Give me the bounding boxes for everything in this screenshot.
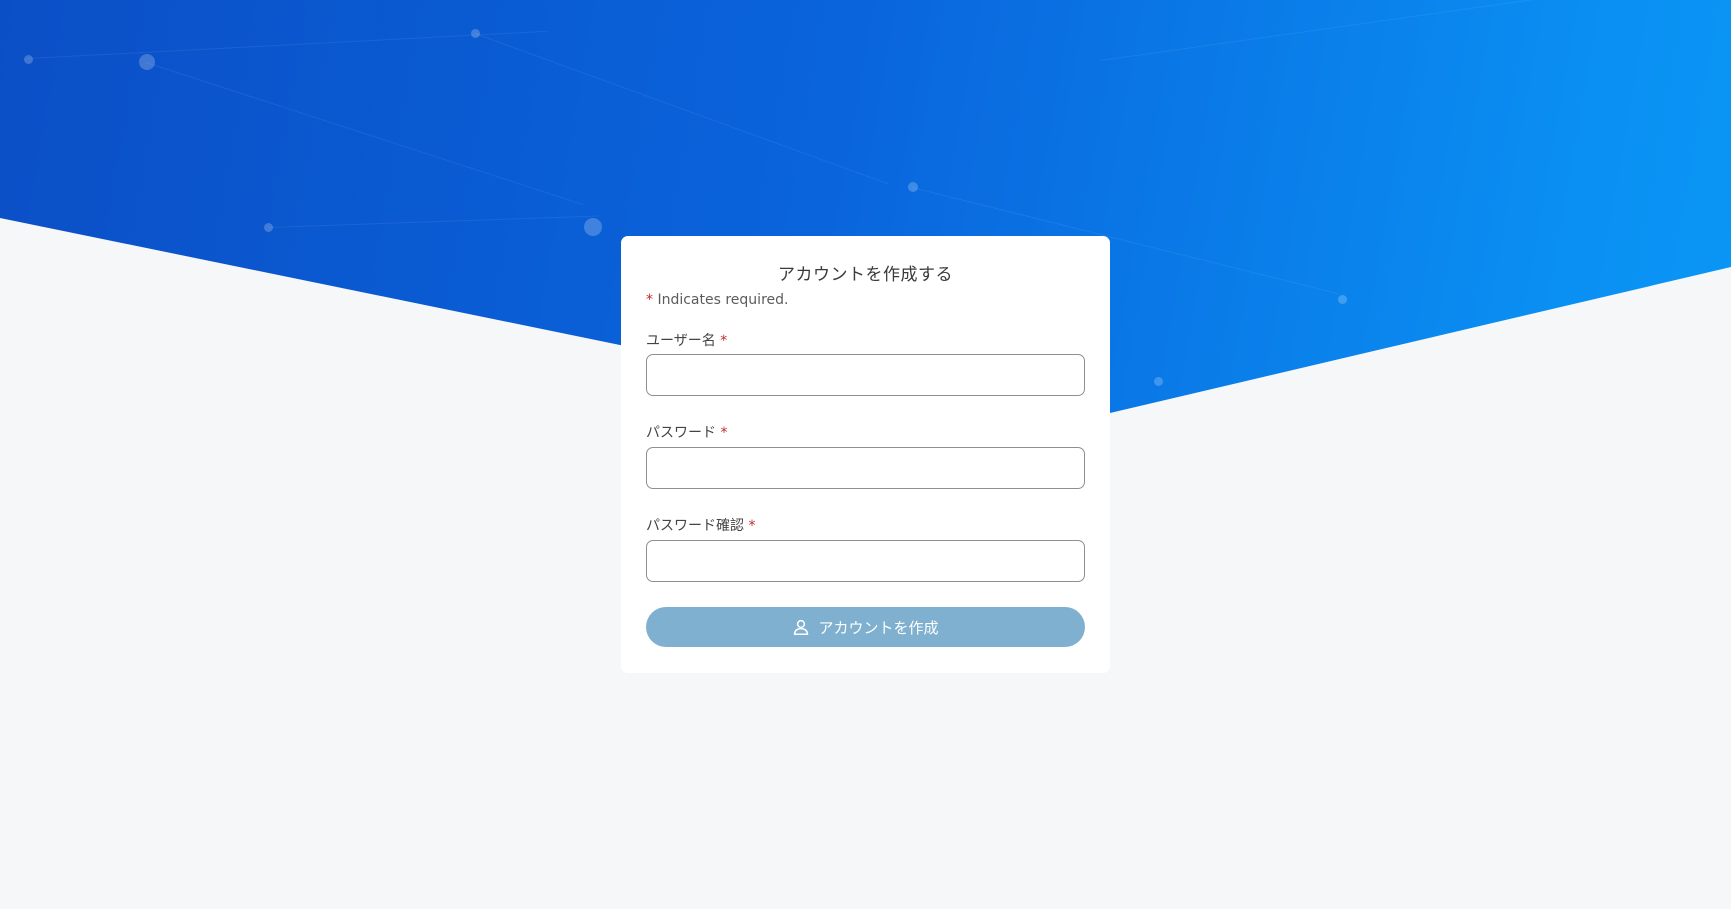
required-note: * Indicates required. — [646, 292, 788, 308]
network-dot — [139, 54, 155, 70]
network-line — [1100, 0, 1576, 61]
network-line — [268, 215, 598, 228]
network-line — [145, 62, 584, 206]
required-note-text: Indicates required. — [657, 292, 789, 308]
required-marker: * — [748, 518, 756, 534]
password-confirm-label-text: パスワード確認 — [646, 518, 744, 534]
network-dot — [1338, 295, 1347, 304]
form-title: アカウントを作成する — [778, 265, 953, 285]
create-account-card: アカウントを作成する * Indicates required. ユーザー名 *… — [621, 236, 1110, 673]
required-marker: * — [646, 292, 653, 308]
password-label: パスワード * — [646, 422, 727, 442]
page: アカウントを作成する * Indicates required. ユーザー名 *… — [0, 0, 1731, 909]
username-label-text: ユーザー名 — [646, 333, 716, 349]
password-label-text: パスワード — [646, 425, 716, 441]
required-marker: * — [720, 333, 728, 349]
create-account-button-label: アカウントを作成 — [818, 618, 939, 637]
create-account-button[interactable]: アカウントを作成 — [646, 607, 1085, 647]
network-line — [28, 30, 548, 59]
network-dot — [264, 223, 273, 232]
password-input[interactable] — [646, 447, 1085, 489]
password-confirm-label: パスワード確認 * — [646, 515, 755, 535]
username-input[interactable] — [646, 354, 1085, 396]
username-label: ユーザー名 * — [646, 330, 727, 350]
network-dot — [24, 55, 33, 64]
password-confirm-input[interactable] — [646, 540, 1085, 582]
user-icon — [792, 618, 810, 636]
network-dot — [908, 182, 918, 192]
network-dot — [1154, 377, 1163, 386]
network-dot — [471, 29, 480, 38]
network-dot — [584, 218, 602, 236]
required-marker: * — [720, 425, 728, 441]
network-line — [474, 33, 889, 185]
